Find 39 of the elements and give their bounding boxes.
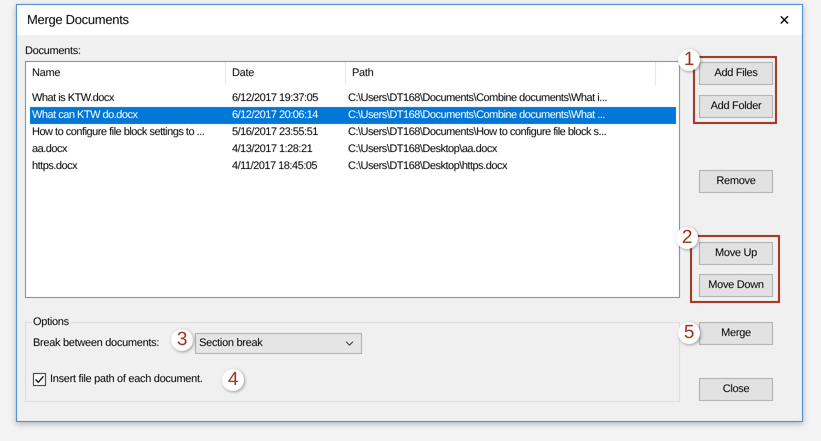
document-row[interactable]: How to configure file block settings to ... 5/16/2017 23:55:51 C:\Users\DT168\Documents\How to configure file block s...: [30, 124, 676, 141]
path-cell-text: C:\Users\DT168\Desktop\https.docx: [347, 159, 508, 174]
document-row[interactable]: aa.docx 4/13/2017 1:28:21 C:\Users\DT168\Desktop\aa.docx: [30, 141, 676, 158]
date-cell-text: 5/16/2017 23:55:51: [231, 125, 319, 140]
dialog-button[interactable]: Move Up: [699, 242, 773, 265]
path-cell-text: C:\Users\DT168\Documents\How to configure file block s...: [347, 125, 608, 140]
path-cell-text: C:\Users\DT168\Documents\Combine documents\What i...: [347, 91, 608, 106]
checkbox[interactable]: [33, 372, 46, 386]
name-cell-text: What can KTW do.docx: [31, 108, 139, 124]
document-row[interactable]: https.docx 4/11/2017 18:45:05 C:\Users\DT168\Desktop\https.docx: [30, 158, 676, 175]
dialog-button[interactable]: Add Files: [699, 62, 773, 85]
options-title: Options: [32, 315, 70, 329]
dialog-button[interactable]: Add Folder: [699, 95, 773, 118]
window-title: Merge Documents: [27, 11, 129, 30]
dialog-button[interactable]: Close: [699, 378, 773, 401]
date-cell-text: 4/11/2017 18:45:05: [231, 159, 318, 174]
documents-label: Documents:: [25, 44, 82, 58]
break-label: Break between documents:: [33, 336, 160, 352]
document-row[interactable]: What is KTW.docx 6/12/2017 19:37:05 C:\Users\DT168\Documents\Combine documents\What i...: [30, 90, 676, 107]
name-cell-text: What is KTW.docx: [31, 91, 116, 106]
dialog-button[interactable]: Remove: [699, 170, 773, 193]
date-cell-text: 6/12/2017 19:37:05: [231, 91, 319, 106]
column-header[interactable]: Date: [226, 62, 346, 85]
date-cell-text: 4/13/2017 1:28:21: [231, 142, 314, 158]
name-cell-text: https.docx: [31, 159, 78, 174]
name-cell-text: aa.docx: [31, 142, 68, 158]
document-row[interactable]: What can KTW do.docx 6/12/2017 20:06:14 C:\Users\DT168\Documents\Combine documents\What ...: [30, 107, 676, 124]
check-icon: [34, 374, 45, 385]
close-button[interactable]: ✕: [774, 10, 794, 30]
column-header[interactable]: Path: [346, 62, 656, 85]
name-cell-text: How to configure file block settings to ...: [31, 125, 206, 140]
path-cell-text: C:\Users\DT168\Documents\Combine documents\What ...: [347, 108, 606, 124]
dialog-button[interactable]: Merge: [699, 322, 773, 345]
dialog-button[interactable]: Move Down: [699, 274, 773, 297]
break-dropdown[interactable]: Section break: [195, 333, 362, 354]
column-header[interactable]: Name: [26, 62, 226, 85]
date-cell-text: 6/12/2017 20:06:14: [231, 108, 319, 124]
path-cell-text: C:\Users\DT168\Desktop\aa.docx: [347, 142, 498, 158]
insert-path-label: Insert file path of each document.: [50, 372, 202, 387]
